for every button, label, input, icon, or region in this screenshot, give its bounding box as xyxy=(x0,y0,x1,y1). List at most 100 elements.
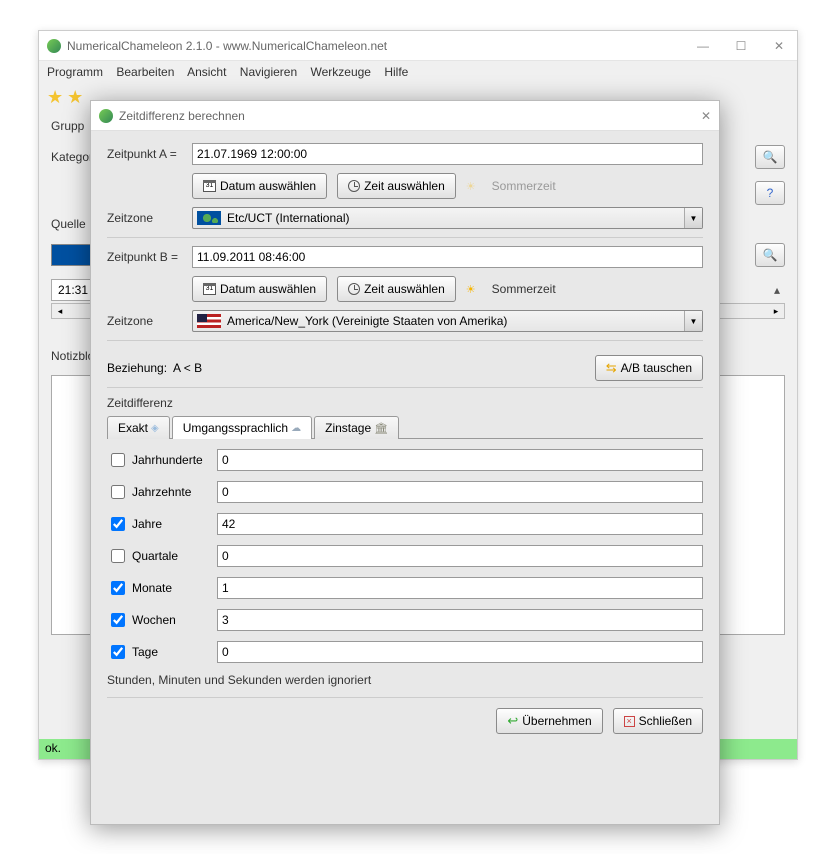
status-text: ok. xyxy=(45,741,61,755)
diff-label: Tage xyxy=(132,645,158,659)
diff-label: Jahre xyxy=(132,517,162,531)
zeitpunkt-a-input[interactable]: 21.07.1969 12:00:00 xyxy=(192,143,703,165)
close-button[interactable]: ×Schließen xyxy=(613,708,703,734)
tab-exakt[interactable]: Exakt◈ xyxy=(107,416,170,439)
swap-icon: ⇆ xyxy=(606,360,617,376)
diff-check-jahre[interactable]: Jahre xyxy=(107,514,217,534)
tab-umgangssprachlich[interactable]: Umgangssprachlich☁ xyxy=(172,416,312,439)
bank-icon: 🏛 xyxy=(374,422,388,435)
close-icon: × xyxy=(624,716,635,727)
diff-row: Wochen3 xyxy=(107,609,703,631)
diff-check-tage[interactable]: Tage xyxy=(107,642,217,662)
ignore-note: Stunden, Minuten und Sekunden werden ign… xyxy=(107,673,703,687)
apply-icon: ↩ xyxy=(507,713,518,729)
diff-label: Quartale xyxy=(132,549,178,563)
label-zeitzone-a: Zeitzone xyxy=(107,211,192,225)
app-icon xyxy=(47,39,61,53)
flag-us-icon xyxy=(197,314,221,328)
zeitzone-a-combo[interactable]: Etc/UCT (International) ▼ xyxy=(192,207,703,229)
diff-label: Jahrhunderte xyxy=(132,453,203,467)
chevron-down-icon: ▼ xyxy=(684,311,702,331)
main-titlebar: NumericalChameleon 2.1.0 - www.Numerical… xyxy=(39,31,797,61)
diff-label: Jahrzehnte xyxy=(132,485,191,499)
diff-value-jahre[interactable]: 42 xyxy=(217,513,703,535)
diff-row: Jahre 42 xyxy=(107,513,703,535)
sun-icon: ☀ xyxy=(466,180,476,193)
diff-check-quartale[interactable]: Quartale xyxy=(107,546,217,566)
favorite-star-icon[interactable]: ★ xyxy=(47,87,63,107)
clock-icon xyxy=(348,180,360,192)
diamond-icon: ◈ xyxy=(151,423,159,434)
checkbox[interactable] xyxy=(111,581,125,595)
checkbox[interactable] xyxy=(111,645,125,659)
label-zeitpunkt-b: Zeitpunkt B = xyxy=(107,250,192,264)
diff-value-jahrzehnte[interactable]: 0 xyxy=(217,481,703,503)
diff-row: Jahrhunderte 0 xyxy=(107,449,703,471)
flag-icon xyxy=(51,244,91,266)
search-button[interactable]: 🔍 xyxy=(755,243,785,267)
menu-programm[interactable]: Programm xyxy=(47,65,103,79)
zeitzone-b-combo[interactable]: America/New_York (Vereinigte Staaten von… xyxy=(192,310,703,332)
label-beziehung: Beziehung: xyxy=(107,361,167,375)
menubar: Programm Bearbeiten Ansicht Navigieren W… xyxy=(39,61,797,83)
sun-icon: ☀ xyxy=(466,283,476,296)
chevron-down-icon: ▼ xyxy=(684,208,702,228)
flag-international-icon xyxy=(197,211,221,225)
calendar-icon: 31 xyxy=(203,283,216,295)
stepper-up-icon[interactable]: ▴ xyxy=(769,283,785,297)
tab-zinstage[interactable]: Zinstage🏛 xyxy=(314,416,399,439)
zeitdifferenz-legend: Zeitdifferenz xyxy=(107,396,703,410)
pick-date-a-button[interactable]: 31Datum auswählen xyxy=(192,173,327,199)
menu-bearbeiten[interactable]: Bearbeiten xyxy=(116,65,174,79)
diff-value-tage[interactable]: 0 xyxy=(217,641,703,663)
diff-label: Monate xyxy=(132,581,172,595)
sommerzeit-a-label: Sommerzeit xyxy=(492,179,556,193)
label-zeitzone-b: Zeitzone xyxy=(107,314,192,328)
menu-hilfe[interactable]: Hilfe xyxy=(384,65,408,79)
favorite-star-icon[interactable]: ★ xyxy=(67,87,83,107)
checkbox[interactable] xyxy=(111,517,125,531)
diff-value-jahrhunderte[interactable]: 0 xyxy=(217,449,703,471)
diff-check-monate[interactable]: Monate xyxy=(107,578,217,598)
zeitpunkt-b-input[interactable]: 11.09.2011 08:46:00 xyxy=(192,246,703,268)
pick-date-b-button[interactable]: 31Datum auswählen xyxy=(192,276,327,302)
scroll-left-icon[interactable]: ◂ xyxy=(52,306,68,317)
diff-value-quartale[interactable]: 0 xyxy=(217,545,703,567)
checkbox[interactable] xyxy=(111,613,125,627)
pick-time-b-button[interactable]: Zeit auswählen xyxy=(337,276,456,302)
menu-navigieren[interactable]: Navigieren xyxy=(240,65,297,79)
sommerzeit-b-label: Sommerzeit xyxy=(492,282,556,296)
help-button[interactable]: ? xyxy=(755,181,785,205)
cloud-icon: ☁ xyxy=(291,423,301,434)
diff-value-monate[interactable]: 1 xyxy=(217,577,703,599)
diff-check-jahrzehnte[interactable]: Jahrzehnte xyxy=(107,482,217,502)
clock-icon xyxy=(348,283,360,295)
time-input[interactable]: 21:31 xyxy=(51,279,95,301)
diff-check-jahrhunderte[interactable]: Jahrhunderte xyxy=(107,450,217,470)
diff-check-wochen[interactable]: Wochen xyxy=(107,610,217,630)
search-button[interactable]: 🔍 xyxy=(755,145,785,169)
time-diff-dialog: Zeitdifferenz berechnen ✕ Zeitpunkt A = … xyxy=(90,100,720,825)
main-title: NumericalChameleon 2.1.0 - www.Numerical… xyxy=(67,39,693,53)
beziehung-value: A < B xyxy=(173,361,202,375)
label-zeitpunkt-a: Zeitpunkt A = xyxy=(107,147,192,161)
pick-time-a-button[interactable]: Zeit auswählen xyxy=(337,173,456,199)
app-icon xyxy=(99,109,113,123)
dialog-titlebar: Zeitdifferenz berechnen ✕ xyxy=(91,101,719,131)
diff-row: Monate 1 xyxy=(107,577,703,599)
close-button[interactable]: ✕ xyxy=(769,39,789,53)
menu-ansicht[interactable]: Ansicht xyxy=(187,65,226,79)
diff-row: Tage 0 xyxy=(107,641,703,663)
checkbox[interactable] xyxy=(111,549,125,563)
minimize-button[interactable]: — xyxy=(693,39,713,53)
swap-button[interactable]: ⇆A/B tauschen xyxy=(595,355,703,381)
apply-button[interactable]: ↩Übernehmen xyxy=(496,708,602,734)
checkbox[interactable] xyxy=(111,453,125,467)
menu-werkzeuge[interactable]: Werkzeuge xyxy=(311,65,371,79)
scroll-right-icon[interactable]: ▸ xyxy=(768,306,784,317)
diff-row: Quartale 0 xyxy=(107,545,703,567)
checkbox[interactable] xyxy=(111,485,125,499)
diff-value-wochen[interactable]: 3 xyxy=(217,609,703,631)
maximize-button[interactable]: ☐ xyxy=(731,39,751,53)
dialog-close-icon[interactable]: ✕ xyxy=(701,109,711,123)
